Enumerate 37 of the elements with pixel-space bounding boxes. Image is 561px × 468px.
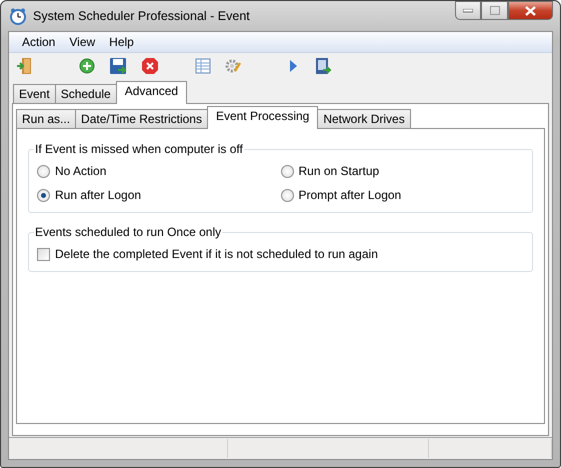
menu-item[interactable]: Help <box>102 35 141 49</box>
option-label: Prompt after Logon <box>298 188 402 202</box>
door-icon[interactable] <box>16 57 34 75</box>
save-icon[interactable] <box>109 57 127 75</box>
radio-button[interactable] <box>280 188 294 202</box>
group-title: If Event is missed when computer is off <box>34 142 244 156</box>
checkbox[interactable] <box>37 248 50 260</box>
menu-item[interactable]: View <box>62 35 102 49</box>
tab[interactable]: Event Processing <box>206 106 318 129</box>
menu-item[interactable]: Action <box>15 35 62 49</box>
tab[interactable]: Event <box>13 84 56 103</box>
clock-icon <box>9 7 27 25</box>
gear-icon[interactable] <box>224 57 242 75</box>
option-label: No Action <box>55 164 106 178</box>
option-label: Run on Startup <box>298 164 380 178</box>
table-icon[interactable] <box>194 57 212 75</box>
option-label: Run after Logon <box>55 188 142 202</box>
tab[interactable]: Date/Time Restrictions <box>75 109 208 128</box>
tab[interactable]: Schedule <box>54 84 117 103</box>
close-icon <box>525 6 536 16</box>
export-icon[interactable] <box>314 57 332 75</box>
maximize-icon <box>490 6 500 15</box>
add-icon[interactable] <box>78 57 96 75</box>
group-title: Events scheduled to run Once only <box>34 225 222 239</box>
maximize-button[interactable] <box>481 1 508 20</box>
minimize-button[interactable] <box>455 1 481 20</box>
radio-button[interactable] <box>37 164 50 178</box>
tab[interactable]: Advanced <box>116 81 188 104</box>
minimize-icon <box>463 8 473 12</box>
window-title: System Scheduler Professional - Event <box>33 9 250 23</box>
radio-button[interactable] <box>280 164 294 178</box>
tab[interactable]: Run as... <box>16 109 76 128</box>
close-button[interactable] <box>508 1 553 20</box>
tab[interactable]: Network Drives <box>317 109 411 128</box>
delete-icon[interactable] <box>141 57 159 75</box>
radio-button[interactable] <box>37 188 50 202</box>
option-label: Delete the completed Event if it is not scheduled to run again <box>55 247 378 261</box>
